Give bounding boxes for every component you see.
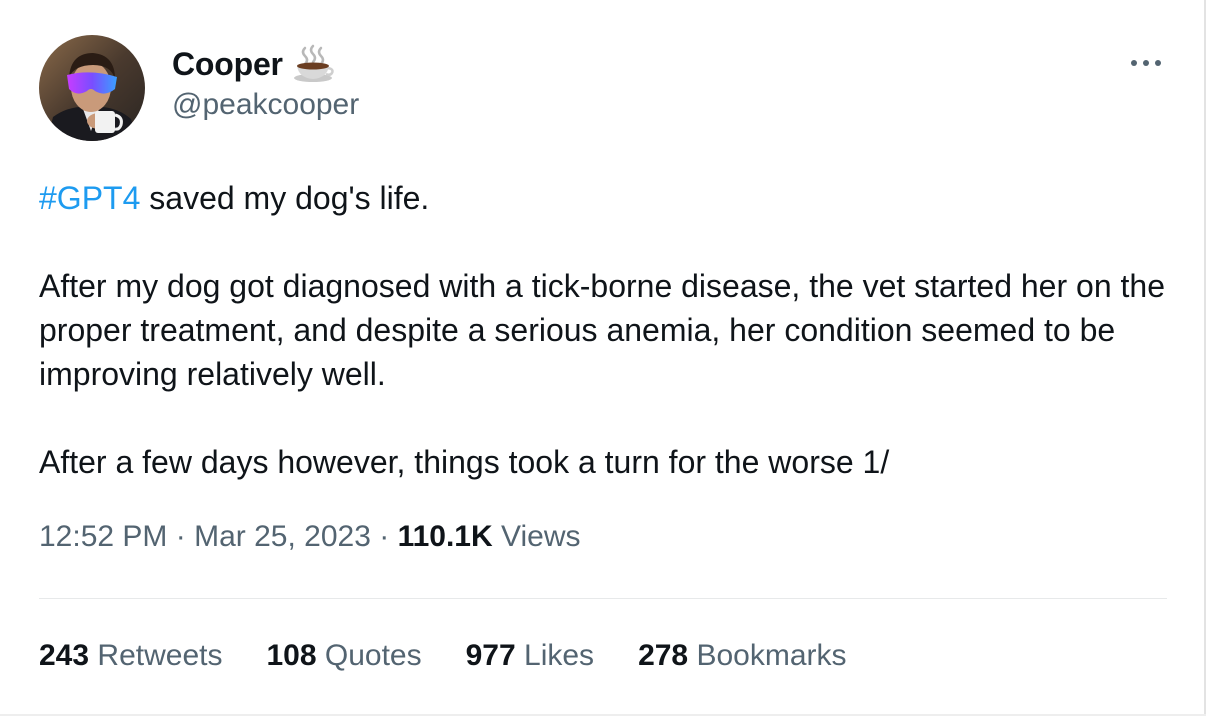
tweet-paragraph-3: After a few days however, things took a … (39, 444, 890, 480)
tweet-time[interactable]: 12:52 PM (39, 520, 167, 553)
quotes-label: Quotes (324, 639, 422, 672)
views-count: 110.1K (397, 520, 493, 553)
retweets-label: Retweets (97, 639, 223, 672)
hashtag-link[interactable]: #GPT4 (39, 180, 140, 216)
stat-retweets[interactable]: 243 Retweets (39, 639, 222, 673)
divider (39, 598, 1167, 599)
engagement-stats: 243 Retweets 108 Quotes 977 Likes 278 Bo… (39, 639, 891, 673)
likes-label: Likes (524, 639, 595, 672)
avatar[interactable] (39, 35, 145, 141)
tweet-line-1: #GPT4 saved my dog's life. (39, 176, 1169, 220)
stat-bookmarks[interactable]: 278 Bookmarks (638, 639, 846, 673)
views-label: Views (501, 520, 581, 553)
stat-likes[interactable]: 977 Likes (466, 639, 594, 673)
tweet-text: #GPT4 saved my dog's life. After my dog … (39, 176, 1169, 484)
tweet-paragraph-2: After my dog got diagnosed with a tick-b… (39, 268, 1165, 392)
more-horizontal-icon (1131, 60, 1161, 66)
quotes-count: 108 (266, 639, 317, 672)
likes-count: 977 (465, 639, 516, 672)
more-options-button[interactable] (1122, 48, 1170, 78)
tweet-meta: 12:52 PM · Mar 25, 2023 · 110.1K Views (39, 520, 581, 554)
display-name[interactable]: Cooper (172, 46, 283, 83)
retweets-count: 243 (39, 639, 90, 672)
tweet-date[interactable]: Mar 25, 2023 (194, 520, 371, 553)
meta-separator: · (379, 520, 390, 553)
meta-separator: · (175, 520, 186, 553)
hot-beverage-emoji (293, 44, 334, 82)
avatar-photo (39, 35, 145, 141)
stat-quotes[interactable]: 108 Quotes (266, 639, 421, 673)
bookmarks-count: 278 (638, 639, 689, 672)
bookmarks-label: Bookmarks (696, 639, 847, 672)
author-handle[interactable]: @peakcooper (172, 88, 359, 122)
author-name-row[interactable]: Cooper (172, 42, 335, 86)
tweet-line-1-text: saved my dog's life. (140, 180, 430, 216)
